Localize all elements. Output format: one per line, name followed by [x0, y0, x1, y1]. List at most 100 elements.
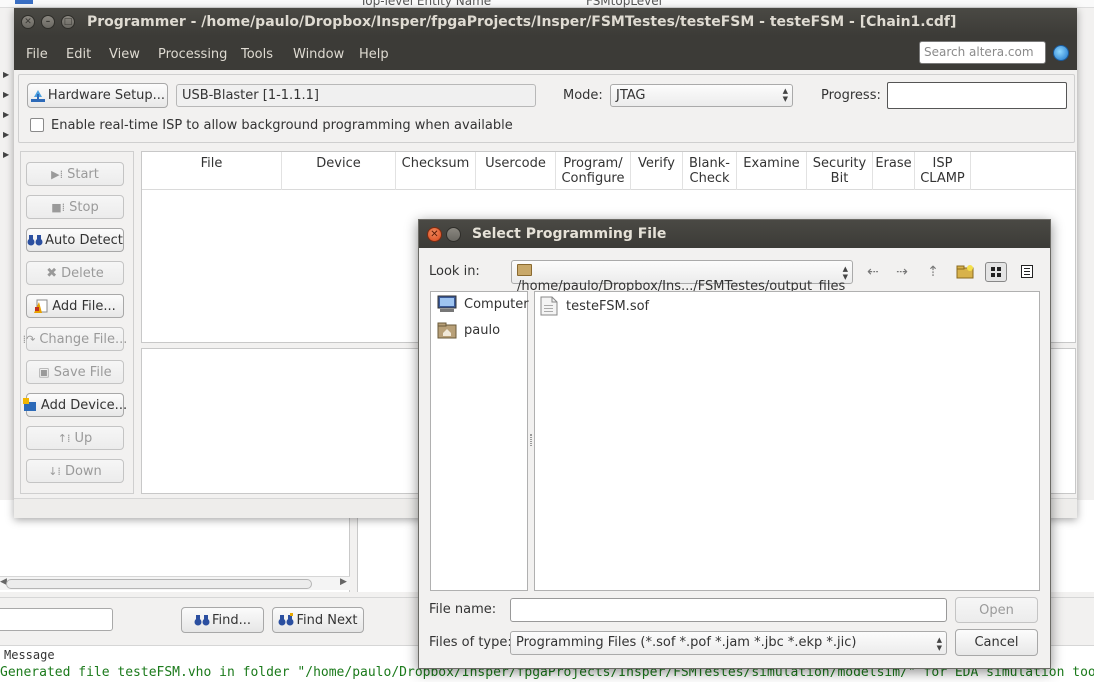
mode-select[interactable]: JTAG ▲ ▼ — [610, 84, 793, 107]
column-program-line1: Program/ — [563, 156, 623, 171]
file-item-label: testeFSM.sof — [566, 298, 650, 314]
place-computer[interactable]: Computer — [437, 295, 529, 313]
hardware-setup-button[interactable]: Hardware Setup... — [27, 83, 168, 108]
column-verify[interactable]: Verify — [631, 152, 683, 190]
column-security-line2: Bit — [830, 171, 849, 186]
dialog-titlebar: ✕ Select Programming File — [419, 220, 1050, 248]
icon-view-icon[interactable] — [985, 262, 1007, 282]
add-file-icon — [34, 299, 48, 313]
table-header: File Device Checksum Usercode Program/Co… — [142, 152, 1075, 190]
menu-help[interactable]: Help — [359, 47, 389, 62]
close-icon[interactable]: ✕ — [427, 227, 442, 242]
down-button[interactable]: ↓⁞ Down — [26, 459, 124, 483]
down-arrow-icon: ↓⁞ — [48, 464, 61, 478]
column-examine[interactable]: Examine — [737, 152, 807, 190]
column-isp-line1: ISP — [932, 156, 953, 171]
save-file-button[interactable]: ▣ Save File — [26, 360, 124, 384]
place-home-label: paulo — [464, 322, 501, 338]
column-checksum[interactable]: Checksum — [396, 152, 476, 190]
entity-label: Top-level Entity Name — [360, 0, 492, 8]
binoculars-icon — [27, 233, 43, 247]
updown-icon: ▲ ▼ — [842, 265, 848, 281]
progress-label: Progress: — [821, 88, 881, 103]
expand-arrow-icon[interactable]: ▶ — [3, 110, 9, 119]
place-home[interactable]: paulo — [437, 321, 500, 339]
menu-edit[interactable]: Edit — [66, 47, 91, 62]
column-program[interactable]: Program/Configure — [556, 152, 631, 190]
column-security-bit[interactable]: Security Bit — [807, 152, 873, 190]
expand-arrow-icon[interactable]: ▶ — [3, 130, 9, 139]
expand-arrow-icon[interactable]: ▶ — [3, 150, 9, 159]
find-next-label: Find Next — [296, 612, 358, 628]
dialog-title: Select Programming File — [472, 226, 667, 242]
file-name-input[interactable] — [510, 598, 947, 622]
column-isp-clamp[interactable]: ISP CLAMP — [915, 152, 971, 190]
file-item[interactable]: testeFSM.sof — [540, 296, 649, 316]
horizontal-scrollbar[interactable]: ◀ ▶ — [0, 576, 350, 590]
up-arrow-icon: ↑⁞ — [57, 431, 71, 445]
expand-arrow-icon[interactable]: ▶ — [3, 90, 9, 99]
forward-icon[interactable]: ⇢ — [891, 262, 913, 282]
programmer-titlebar: ✕ – □ Programmer - /home/paulo/Dropbox/I… — [14, 8, 1077, 36]
find-input[interactable] — [0, 608, 113, 631]
menu-tools[interactable]: Tools — [241, 47, 273, 62]
menu-file[interactable]: File — [26, 47, 48, 62]
search-input[interactable]: Search altera.com — [919, 41, 1046, 64]
menu-processing[interactable]: Processing — [158, 47, 227, 62]
file-list: testeFSM.sof — [534, 291, 1040, 591]
open-button[interactable]: Open — [955, 597, 1038, 623]
delete-button[interactable]: ✖ Delete — [26, 261, 124, 285]
usb-blaster-icon — [30, 89, 45, 103]
find-next-button[interactable]: Find Next — [272, 607, 364, 633]
splitter-handle[interactable] — [530, 434, 532, 446]
auto-detect-button[interactable]: Auto Detect — [26, 228, 124, 252]
globe-icon[interactable] — [1053, 45, 1069, 61]
add-file-label: Add File... — [52, 298, 116, 314]
column-program-line2: Configure — [561, 171, 625, 186]
save-file-label: Save File — [53, 364, 112, 380]
column-usercode[interactable]: Usercode — [476, 152, 556, 190]
up-label: Up — [74, 430, 93, 446]
start-button[interactable]: ▶⁞ Start — [26, 162, 124, 186]
add-file-button[interactable]: Add File... — [26, 294, 124, 318]
progress-bar — [887, 82, 1067, 109]
file-name-label: File name: — [429, 602, 497, 617]
column-device[interactable]: Device — [282, 152, 396, 190]
isp-checkbox[interactable] — [30, 118, 44, 132]
parent-folder-icon[interactable]: ⇡ — [922, 262, 944, 282]
find-button[interactable]: Find... — [181, 607, 264, 633]
updown-icon: ▲ ▼ — [782, 87, 788, 103]
back-icon[interactable]: ⇠ — [862, 262, 884, 282]
menu-window[interactable]: Window — [293, 47, 344, 62]
add-device-button[interactable]: Add Device... — [22, 393, 127, 417]
new-folder-icon[interactable] — [954, 262, 976, 282]
scroll-thumb[interactable] — [6, 579, 312, 589]
column-blank-check[interactable]: Blank- Check — [683, 152, 737, 190]
file-type-select[interactable]: Programming Files (*.sof *.pof *.jam *.j… — [510, 631, 947, 655]
minimize-icon[interactable]: – — [41, 15, 55, 29]
column-file[interactable]: File — [142, 152, 282, 190]
cancel-button[interactable]: Cancel — [955, 629, 1038, 656]
menu-view[interactable]: View — [109, 47, 140, 62]
close-icon[interactable]: ✕ — [21, 15, 35, 29]
home-folder-icon — [437, 322, 457, 339]
maximize-icon[interactable]: □ — [61, 15, 75, 29]
change-file-label: Change File... — [39, 331, 128, 347]
up-button[interactable]: ↑⁞ Up — [26, 426, 124, 450]
expand-arrow-icon[interactable]: ▶ — [3, 70, 9, 79]
project-icon — [15, 0, 33, 4]
hardware-setup-label: Hardware Setup... — [47, 88, 166, 103]
start-icon: ▶⁞ — [51, 167, 64, 181]
column-erase[interactable]: Erase — [873, 152, 915, 190]
top-strip: Top-level Entity Name FSMtopLevel — [0, 0, 1094, 8]
mode-value: JTAG — [616, 88, 646, 103]
stop-button[interactable]: ■⁞ Stop — [26, 195, 124, 219]
places-sidebar: Computer paulo — [430, 291, 529, 591]
scroll-right-icon[interactable]: ▶ — [340, 577, 347, 587]
minimize-icon[interactable] — [446, 227, 461, 242]
look-in-select[interactable]: /home/paulo/Dropbox/Ins.../FSMTestes/out… — [511, 260, 853, 294]
detail-view-icon[interactable] — [1016, 262, 1038, 282]
change-file-icon: ⁞↷ — [22, 332, 36, 346]
change-file-button[interactable]: ⁞↷ Change File... — [22, 327, 128, 351]
add-device-icon — [22, 398, 37, 412]
